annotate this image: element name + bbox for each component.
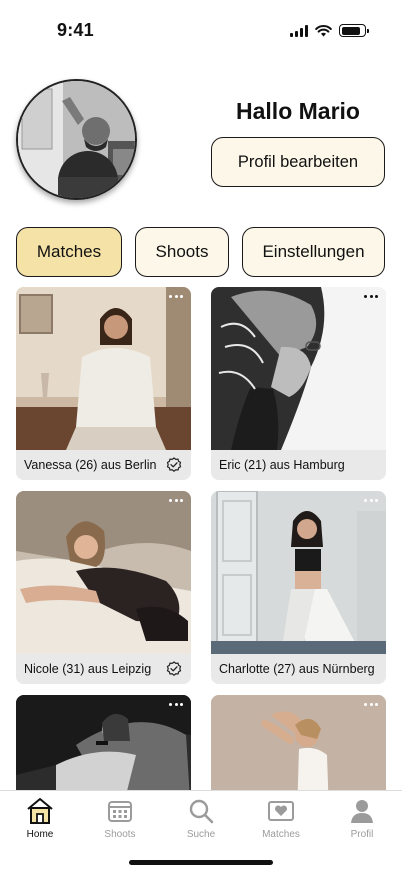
match-caption-row: Charlotte (27) aus Nürnberg <box>211 654 386 684</box>
match-card[interactable]: Eric (21) aus Hamburg <box>211 287 386 480</box>
nav-item-matches[interactable]: Matches <box>246 797 316 840</box>
match-photo <box>16 287 191 450</box>
tab-matches[interactable]: Matches <box>16 227 122 277</box>
match-caption: Vanessa (26) aus Berlin <box>24 458 157 472</box>
match-grid: Vanessa (26) aus Berlin Eric (21) aus Ha… <box>16 287 386 790</box>
match-card[interactable]: Vanessa (26) aus Berlin <box>16 287 191 480</box>
tab-settings[interactable]: Einstellungen <box>242 227 385 277</box>
status-time: 9:41 <box>57 20 94 40</box>
nav-item-profile[interactable]: Profil <box>327 797 397 840</box>
home-icon <box>27 798 53 824</box>
battery-level <box>341 26 361 35</box>
match-caption: Charlotte (27) aus Nürnberg <box>219 662 375 676</box>
profile-photo <box>18 81 135 198</box>
battery-icon <box>339 24 369 37</box>
match-photo <box>16 695 191 790</box>
match-photo <box>211 695 386 790</box>
more-options-button[interactable] <box>169 703 183 706</box>
edit-profile-button[interactable]: Profil bearbeiten <box>211 137 385 187</box>
calendar-icon <box>108 801 132 822</box>
nav-label-shoots: Shoots <box>104 829 136 840</box>
signal-icon <box>290 24 308 37</box>
match-photo <box>16 491 191 654</box>
filter-tabs: Matches Shoots Einstellungen <box>16 227 385 277</box>
person-icon <box>351 800 373 823</box>
more-options-button[interactable] <box>169 499 183 502</box>
match-card[interactable] <box>16 695 191 790</box>
home-indicator[interactable] <box>129 860 273 865</box>
nav-label-search: Suche <box>186 829 216 840</box>
more-options-button[interactable] <box>169 295 183 298</box>
status-bar: 9:41 <box>0 0 402 54</box>
nav-label-profile: Profil <box>350 829 374 840</box>
match-caption-row: Vanessa (26) aus Berlin <box>16 450 191 480</box>
wifi-icon <box>315 24 332 36</box>
match-photo <box>211 287 386 450</box>
nav-item-home[interactable]: Home <box>5 797 75 840</box>
profile-avatar[interactable] <box>16 79 137 200</box>
tab-shoots[interactable]: Shoots <box>135 227 229 277</box>
verified-badge-icon <box>166 661 182 676</box>
nav-label-home: Home <box>26 829 54 840</box>
match-caption-row: Nicole (31) aus Leipzig <box>16 654 191 684</box>
more-options-button[interactable] <box>364 295 378 298</box>
match-card[interactable]: Nicole (31) aus Leipzig <box>16 491 191 684</box>
match-caption-row: Eric (21) aus Hamburg <box>211 450 386 480</box>
match-card[interactable] <box>211 695 386 790</box>
nav-item-search[interactable]: Suche <box>166 797 236 840</box>
greeting-title: Hallo Mario <box>236 98 360 124</box>
match-caption: Eric (21) aus Hamburg <box>219 458 345 472</box>
nav-label-matches: Matches <box>262 829 300 840</box>
nav-item-shoots[interactable]: Shoots <box>85 797 155 840</box>
more-options-button[interactable] <box>364 703 378 706</box>
match-caption: Nicole (31) aus Leipzig <box>24 662 152 676</box>
verified-badge-icon <box>166 457 182 472</box>
search-icon <box>189 799 214 824</box>
status-icons <box>290 24 369 37</box>
match-photo <box>211 491 386 654</box>
match-card[interactable]: Charlotte (27) aus Nürnberg <box>211 491 386 684</box>
more-options-button[interactable] <box>364 499 378 502</box>
heart-icon <box>268 801 294 821</box>
